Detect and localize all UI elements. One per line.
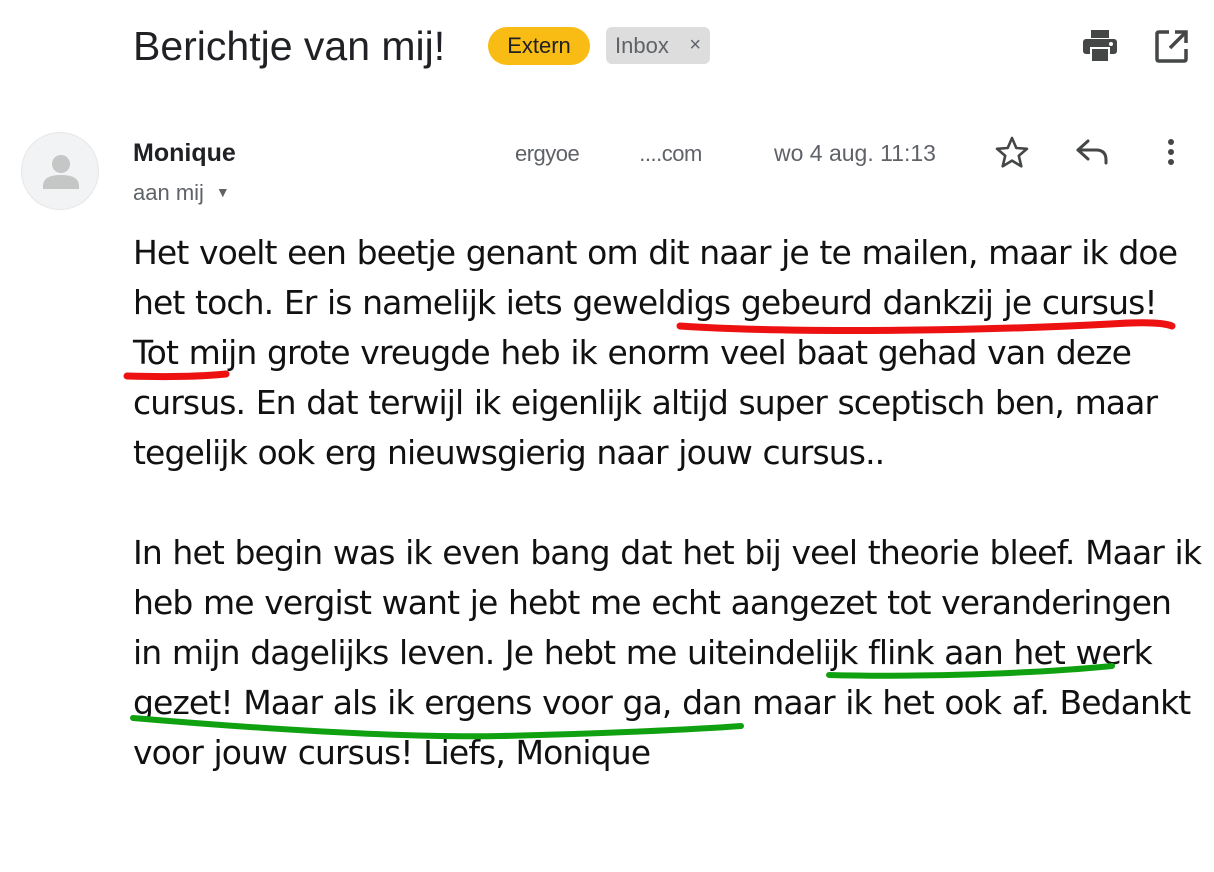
highlighted-phrase-red: geweldigs gebeurd dankzij je cursus bbox=[572, 283, 1145, 322]
star-icon[interactable] bbox=[995, 136, 1029, 168]
label-inbox[interactable]: Inbox × bbox=[606, 27, 710, 64]
email-body: Het voelt een beetje genant om dit naar … bbox=[133, 228, 1203, 778]
open-in-new-window-icon[interactable] bbox=[1155, 29, 1189, 63]
print-icon[interactable] bbox=[1082, 29, 1118, 63]
remove-label-icon[interactable]: × bbox=[689, 27, 701, 64]
recipient-dropdown[interactable]: aan mij ▼ bbox=[133, 177, 230, 208]
sender-email: ergyoe ....com bbox=[515, 140, 702, 168]
sender-avatar[interactable] bbox=[21, 132, 99, 210]
person-icon bbox=[43, 155, 79, 189]
email-subject: Berichtje van mij! bbox=[133, 23, 446, 69]
more-vert-icon[interactable] bbox=[1163, 138, 1179, 168]
body-paragraph-2: In het begin was ik even bang dat het bi… bbox=[133, 528, 1203, 778]
sender-email-end: ....com bbox=[639, 141, 702, 166]
chevron-down-icon: ▼ bbox=[215, 184, 230, 200]
label-extern[interactable]: Extern bbox=[488, 27, 590, 65]
sender-name[interactable]: Monique bbox=[133, 138, 236, 168]
label-inbox-text: Inbox bbox=[615, 33, 669, 58]
recipient-label: aan mij bbox=[133, 180, 204, 205]
reply-icon[interactable] bbox=[1075, 139, 1109, 165]
sender-email-fragment: ergyoe bbox=[515, 141, 580, 166]
email-date: wo 4 aug. 11:13 bbox=[774, 140, 936, 166]
body-paragraph-1: Het voelt een beetje genant om dit naar … bbox=[133, 228, 1203, 478]
